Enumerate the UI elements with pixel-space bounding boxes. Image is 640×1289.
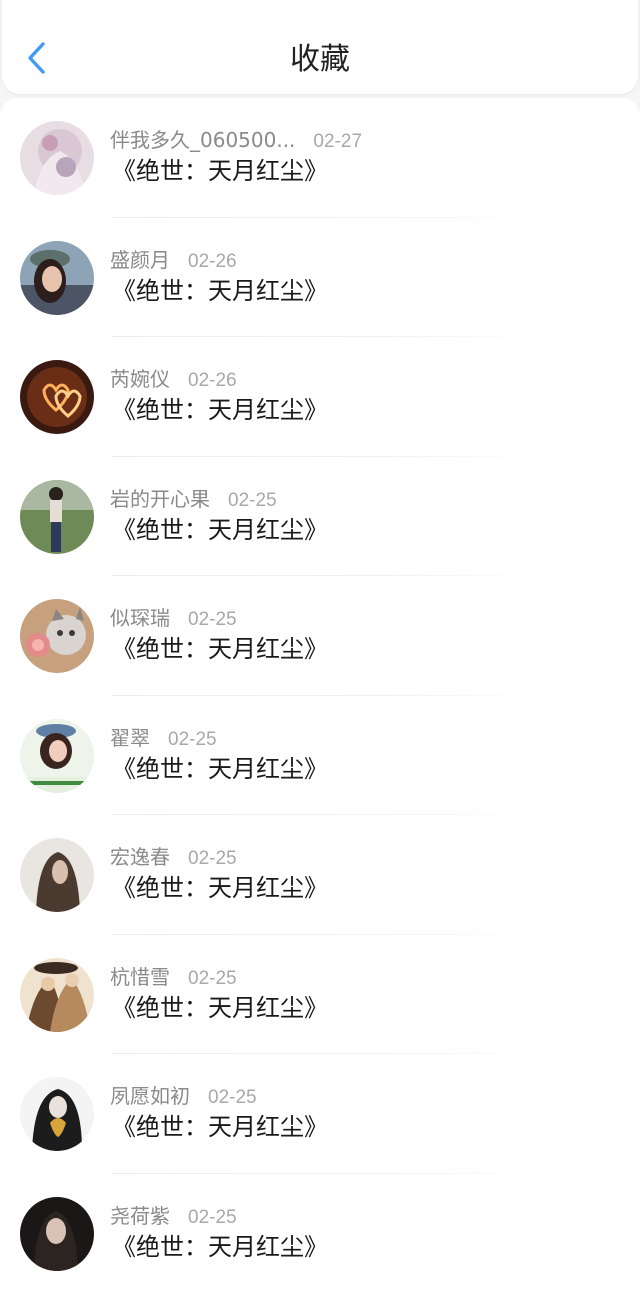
girl-with-cap-avatar[interactable] [20,240,94,315]
username[interactable]: 宏逸春 [110,845,170,869]
item-meta: 翟翠 02-25 [110,726,217,752]
username[interactable]: 翟翠 [110,726,150,750]
item-meta: 芮婉仪 02-26 [110,367,237,393]
list-item[interactable]: 夙愿如初 02-25 《绝世：天月红尘》 [0,1054,640,1174]
list-item[interactable]: 翟翠 02-25 《绝世：天月红尘》 [0,696,640,815]
date: 02-25 [208,1087,257,1108]
list-item[interactable]: 宏逸春 02-25 《绝世：天月红尘》 [0,815,640,935]
dark-hair-girl-avatar[interactable] [20,1196,94,1271]
list-item[interactable]: 伴我多久_060500... 02-27 《绝世：天月红尘》 [0,98,640,218]
book-title[interactable]: 《绝世：天月红尘》 [112,155,328,187]
item-meta: 宏逸春 02-25 [110,845,237,871]
item-meta: 似琛瑞 02-25 [110,606,237,632]
username[interactable]: 尧荷紫 [110,1204,170,1228]
date: 02-25 [228,489,277,511]
girl-with-hat-avatar[interactable] [20,718,94,793]
standing-girl-avatar[interactable] [20,479,94,554]
date: 02-25 [188,848,237,869]
item-meta: 夙愿如初 02-25 [110,1084,257,1110]
username[interactable]: 似琛瑞 [110,606,170,630]
book-title[interactable]: 《绝世：天月红尘》 [112,992,328,1024]
date: 02-25 [188,1206,237,1228]
ancient-couple-avatar[interactable] [20,957,94,1032]
item-meta: 岩的开心果 02-25 [110,487,277,513]
date: 02-26 [188,250,237,272]
list-item[interactable]: 尧荷紫 02-25 《绝世：天月红尘》 [0,1174,640,1289]
book-title[interactable]: 《绝世：天月红尘》 [112,1231,328,1263]
book-title[interactable]: 《绝世：天月红尘》 [112,633,328,665]
favorites-list: 伴我多久_060500... 02-27 《绝世：天月红尘》 盛颜月 02-26 《… [0,98,640,1289]
book-title[interactable]: 《绝世：天月红尘》 [112,1111,328,1143]
list-item[interactable]: 芮婉仪 02-26 《绝世：天月红尘》 [0,337,640,457]
list-item[interactable]: 岩的开心果 02-25 《绝世：天月红尘》 [0,457,640,576]
long-hair-girl-avatar[interactable] [20,838,94,912]
candle-hearts-avatar[interactable] [20,360,94,434]
username[interactable]: 盛颜月 [110,248,170,272]
item-meta: 伴我多久_060500... 02-27 [110,128,362,154]
date: 02-26 [188,370,237,391]
item-meta: 杭惜雪 02-25 [110,965,237,991]
girl-with-leaf-avatar[interactable] [20,1077,94,1151]
username[interactable]: 夙愿如初 [110,1084,190,1108]
username[interactable]: 芮婉仪 [110,367,170,391]
page-title: 收藏 [290,42,350,77]
top-nav-bar: 收藏 [2,0,638,94]
date: 02-27 [313,131,363,152]
cat-with-flower-avatar[interactable] [20,599,94,673]
book-title[interactable]: 《绝世：天月红尘》 [112,514,328,546]
list-item[interactable]: 杭惜雪 02-25 《绝世：天月红尘》 [0,935,640,1054]
list-item[interactable]: 似琛瑞 02-25 《绝世：天月红尘》 [0,576,640,696]
username[interactable]: 岩的开心果 [110,487,210,511]
book-title[interactable]: 《绝世：天月红尘》 [112,753,328,785]
anime-girl-avatar[interactable] [20,121,94,195]
date: 02-25 [188,967,237,989]
date: 02-25 [188,609,237,630]
book-title[interactable]: 《绝世：天月红尘》 [112,275,328,307]
item-meta: 尧荷紫 02-25 [110,1204,237,1230]
username[interactable]: 伴我多久_060500... [110,128,295,152]
list-item[interactable]: 盛颜月 02-26 《绝世：天月红尘》 [0,218,640,337]
book-title[interactable]: 《绝世：天月红尘》 [112,872,328,904]
username[interactable]: 杭惜雪 [110,965,170,989]
date: 02-25 [168,728,217,750]
book-title[interactable]: 《绝世：天月红尘》 [112,394,328,426]
item-meta: 盛颜月 02-26 [110,248,237,274]
